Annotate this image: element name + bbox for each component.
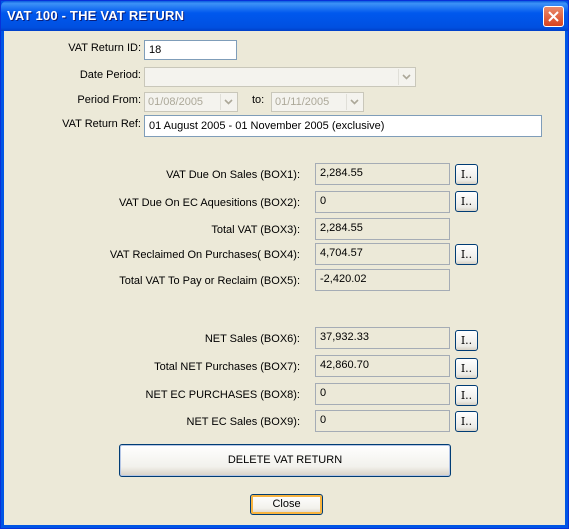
date-period-select[interactable] bbox=[144, 67, 416, 87]
box8-info-button[interactable]: I.. bbox=[455, 385, 478, 406]
box6-label: NET Sales (BOX6): bbox=[204, 333, 300, 345]
box9-info-button[interactable]: I.. bbox=[455, 411, 478, 432]
box8-value: 0 bbox=[315, 383, 450, 405]
title-bar[interactable]: VAT 100 - THE VAT RETURN bbox=[1, 1, 568, 31]
box1-label: VAT Due On Sales (BOX1): bbox=[166, 169, 300, 181]
vat-return-window: VAT 100 - THE VAT RETURN VAT Return ID: … bbox=[0, 0, 569, 529]
chevron-down-icon bbox=[402, 74, 411, 80]
box4-label: VAT Reclaimed On Purchases( BOX4): bbox=[109, 249, 300, 261]
box6-value: 37,932.33 bbox=[315, 327, 450, 349]
return-id-field[interactable]: 18 bbox=[144, 40, 237, 60]
box4-value: 4,704.57 bbox=[315, 243, 450, 265]
window-close-button[interactable] bbox=[543, 6, 564, 27]
period-to-select[interactable]: 01/11/2005 bbox=[271, 92, 364, 112]
close-icon bbox=[548, 11, 559, 22]
period-to-dropdown-button[interactable] bbox=[346, 94, 362, 110]
return-id-label: VAT Return ID: bbox=[68, 42, 141, 54]
box2-label: VAT Due On EC Aquesitions (BOX2): bbox=[119, 197, 300, 209]
period-to-value: 01/11/2005 bbox=[275, 96, 330, 108]
box1-value: 2,284.55 bbox=[315, 163, 450, 185]
box9-label: NET EC Sales (BOX9): bbox=[186, 416, 301, 428]
box3-label: Total VAT (BOX3): bbox=[211, 224, 300, 236]
delete-vat-return-button[interactable]: DELETE VAT RETURN bbox=[119, 444, 451, 477]
box7-label: Total NET Purchases (BOX7): bbox=[154, 361, 300, 373]
box1-info-button[interactable]: I.. bbox=[455, 164, 478, 185]
return-ref-field[interactable]: 01 August 2005 - 01 November 2005 (exclu… bbox=[144, 115, 542, 137]
close-button[interactable]: Close bbox=[250, 494, 323, 515]
chevron-down-icon bbox=[350, 99, 359, 105]
box5-value: -2,420.02 bbox=[315, 269, 450, 291]
return-ref-label: VAT Return Ref: bbox=[62, 118, 141, 130]
box2-value: 0 bbox=[315, 191, 450, 213]
chevron-down-icon bbox=[224, 99, 233, 105]
dialog-body: VAT Return ID: 18 Date Period: Period Fr… bbox=[4, 31, 565, 525]
box6-info-button[interactable]: I.. bbox=[455, 330, 478, 351]
period-from-select[interactable]: 01/08/2005 bbox=[144, 92, 238, 112]
box5-label: Total VAT To Pay or Reclaim (BOX5): bbox=[119, 275, 300, 287]
box7-info-button[interactable]: I.. bbox=[455, 358, 478, 379]
box3-value: 2,284.55 bbox=[315, 218, 450, 240]
period-from-label: Period From: bbox=[77, 94, 141, 106]
window-title: VAT 100 - THE VAT RETURN bbox=[7, 8, 185, 23]
box8-label: NET EC PURCHASES (BOX8): bbox=[145, 389, 300, 401]
box2-info-button[interactable]: I.. bbox=[455, 191, 478, 212]
period-from-dropdown-button[interactable] bbox=[220, 94, 236, 110]
period-from-value: 01/08/2005 bbox=[148, 96, 204, 108]
date-period-dropdown-button[interactable] bbox=[398, 69, 414, 85]
box9-value: 0 bbox=[315, 410, 450, 432]
period-to-label: to: bbox=[252, 94, 265, 106]
date-period-label: Date Period: bbox=[79, 69, 141, 81]
box4-info-button[interactable]: I.. bbox=[455, 244, 478, 265]
box7-value: 42,860.70 bbox=[315, 355, 450, 377]
